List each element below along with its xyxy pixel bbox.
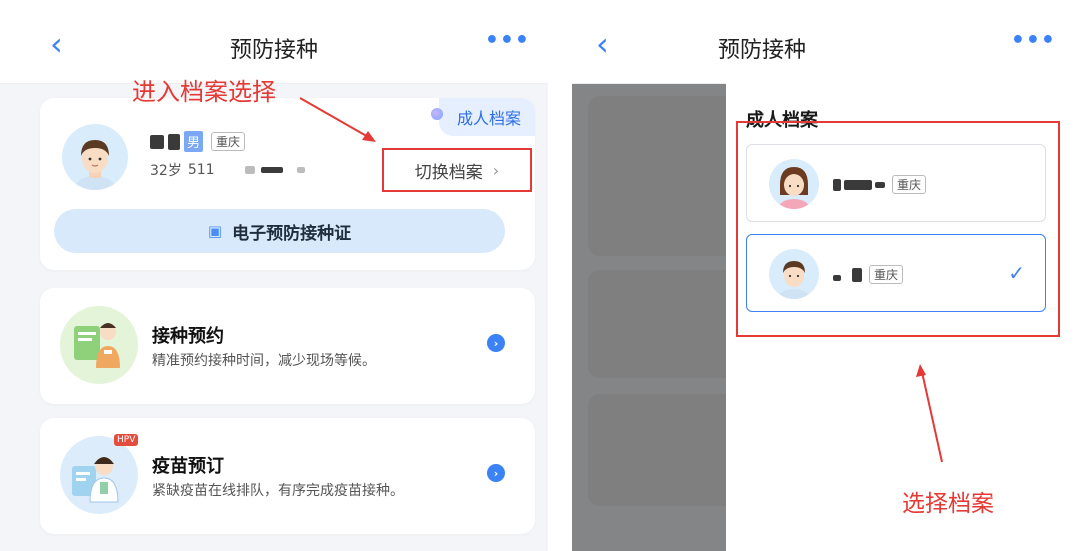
appointment-icon: [60, 306, 138, 384]
certificate-label: 电子预防接种证: [232, 223, 352, 244]
annotation-enter-archive: 进入档案选择: [132, 78, 276, 106]
redacted-name: [833, 274, 841, 281]
gender-badge: 男: [184, 131, 204, 152]
service-vaccine-booking[interactable]: HPV 疫苗预订 紧缺疫苗在线排队，有序完成疫苗接种。 ›: [40, 418, 535, 534]
back-icon[interactable]: ‹: [596, 28, 609, 60]
hpv-badge: HPV: [114, 434, 139, 446]
redacted-id: [244, 166, 255, 174]
nav-bar: ‹ 预防接种 •••: [572, 0, 1080, 84]
avatar: [62, 124, 128, 190]
male-avatar-icon: [75, 140, 115, 190]
info-row: 32岁 511: [150, 160, 305, 180]
overlay-mask[interactable]: [572, 84, 726, 551]
redacted-name: [168, 133, 180, 150]
go-arrow-icon[interactable]: ›: [487, 464, 505, 482]
switch-archive-label: 切换档案: [414, 162, 483, 183]
redacted-name: [844, 179, 872, 190]
service-title: 疫苗预订: [152, 456, 224, 477]
redacted-id: [296, 167, 305, 173]
profile-card: 成人档案 男 重庆 32岁 511 切换档案 › ▣ 电子预防接种证: [40, 98, 535, 270]
archive-dot-icon: [430, 108, 443, 120]
service-title: 接种预约: [152, 326, 224, 347]
annotation-select-archive: 选择档案: [902, 491, 994, 517]
stage: ‹ 预防接种 ••• 成人档案 男 重庆 32岁 511 切换档案 › ▣ 电子…: [0, 0, 1080, 551]
male-avatar-icon: [769, 249, 819, 299]
vaccination-certificate-button[interactable]: ▣ 电子预防接种证: [54, 209, 505, 253]
chevron-right-icon: ›: [492, 160, 500, 180]
redacted-name: [833, 178, 841, 191]
name-row: 男 重庆: [150, 131, 246, 152]
age-text: 32岁: [150, 163, 182, 179]
service-appointment[interactable]: 接种预约 精准预约接种时间，减少现场等候。 ›: [40, 288, 535, 404]
archive-tag: 成人档案: [430, 98, 535, 136]
option-name-row: 重庆: [833, 265, 904, 284]
location-badge: 重庆: [869, 265, 904, 284]
page-title: 预防接种: [717, 38, 806, 63]
redacted-name: [852, 267, 862, 282]
right-screen: ‹ 预防接种 ••• 成人档案 重庆 重庆 ✓ 选择档案: [572, 0, 1080, 551]
more-icon[interactable]: •••: [485, 28, 530, 53]
grid-icon: ▣: [207, 222, 223, 240]
more-icon[interactable]: •••: [1011, 28, 1056, 53]
page-title: 预防接种: [229, 38, 318, 63]
location-badge: 重庆: [892, 175, 927, 194]
check-icon: ✓: [1008, 261, 1025, 285]
service-desc: 紧缺疫苗在线排队，有序完成疫苗接种。: [152, 483, 404, 499]
redacted-name: [150, 134, 164, 149]
go-arrow-icon[interactable]: ›: [487, 334, 505, 352]
archive-option[interactable]: 重庆: [746, 144, 1046, 222]
switch-archive-button[interactable]: 切换档案 ›: [382, 148, 532, 192]
vaccine-booking-icon: [60, 436, 138, 514]
archive-tag-label: 成人档案: [456, 109, 521, 128]
location-badge: 重庆: [211, 132, 246, 151]
id-number: 511: [187, 162, 215, 178]
archive-option-selected[interactable]: 重庆 ✓: [746, 234, 1046, 312]
service-desc: 精准预约接种时间，减少现场等候。: [152, 353, 376, 369]
female-avatar-icon: [769, 159, 819, 209]
archive-drawer: 成人档案 重庆 重庆 ✓: [726, 78, 1080, 551]
option-name-row: 重庆: [833, 175, 927, 194]
left-screen: ‹ 预防接种 ••• 成人档案 男 重庆 32岁 511 切换档案 › ▣ 电子…: [0, 0, 548, 551]
redacted-name: [875, 181, 885, 188]
redacted-id: [260, 167, 283, 173]
